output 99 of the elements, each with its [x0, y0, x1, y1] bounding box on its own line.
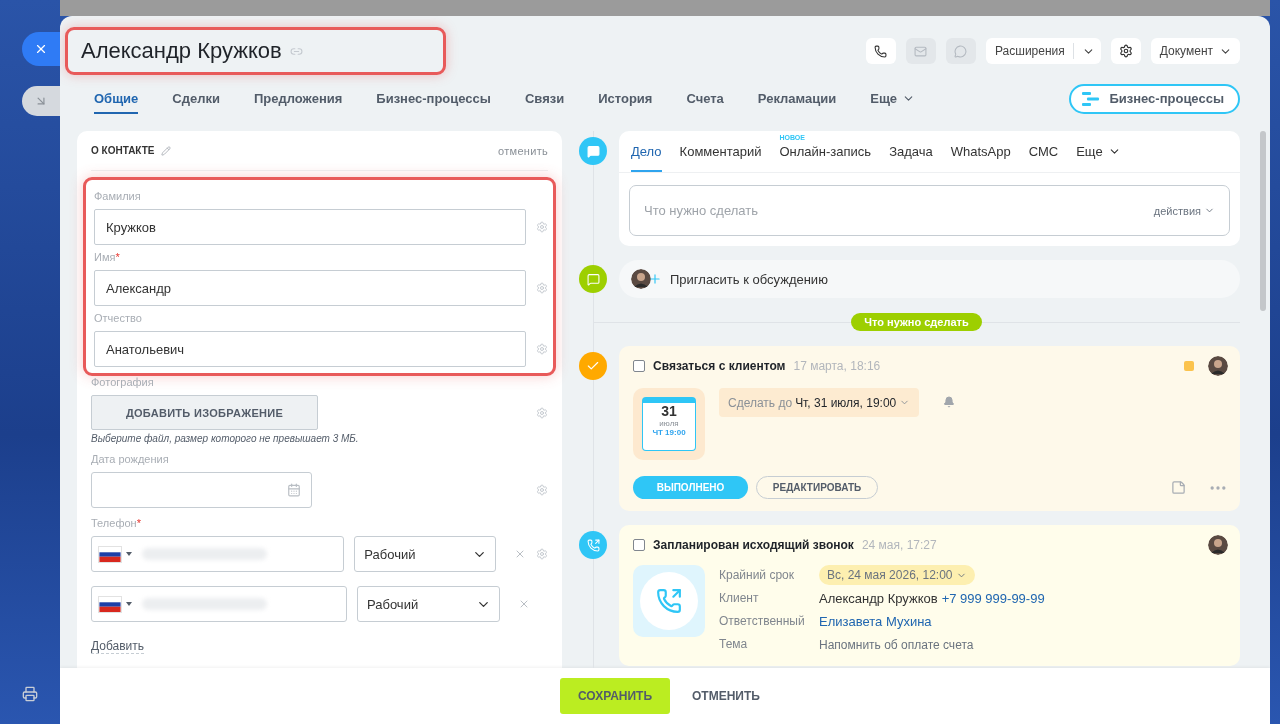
client-name: Александр Кружков [819, 591, 938, 606]
remove-icon[interactable] [514, 548, 526, 560]
gear-icon[interactable] [536, 406, 548, 419]
phone-type-select[interactable]: Рабочий [357, 586, 500, 622]
flag-icon [1184, 361, 1194, 371]
phone-type-select[interactable]: Рабочий [354, 536, 496, 572]
required-mark: * [136, 517, 141, 529]
detail-label: Клиент [719, 590, 760, 607]
tab[interactable]: WhatsApp [950, 131, 1011, 172]
date-field[interactable] [91, 472, 312, 508]
checkbox[interactable] [633, 360, 645, 372]
settings-button[interactable] [1110, 38, 1141, 64]
cancel-button[interactable]: ОТМЕНИТЬ [682, 678, 770, 714]
phone-field[interactable] [91, 586, 347, 622]
section-pill: Что нужно сделать [851, 313, 982, 331]
tab[interactable]: Еще [1076, 131, 1121, 172]
deadline-button[interactable]: Вс, 24 мая 2026, 12:00 [819, 565, 975, 585]
add-image-button[interactable]: ДОБАВИТЬ ИЗОБРАЖЕНИЕ [91, 395, 318, 430]
comment-icon [579, 137, 607, 165]
activity-time: 24 мая, 17:27 [861, 538, 937, 552]
flag-icon [98, 595, 122, 613]
tab[interactable]: Еще [870, 83, 916, 114]
invite-button[interactable]: Пригласить к обсуждению [619, 260, 1240, 298]
call-button[interactable] [865, 38, 896, 64]
note-icon[interactable] [1171, 480, 1186, 495]
contact-title: Александр Кружков [81, 38, 282, 64]
printer-icon[interactable] [22, 686, 38, 702]
settings-icon [1118, 44, 1133, 58]
gear-icon[interactable] [536, 282, 548, 294]
activity-title: Запланирован исходящий звонок [653, 538, 854, 552]
tab[interactable]: Бизнес-процессы [376, 83, 491, 114]
calendar-icon [287, 483, 301, 497]
tab[interactable]: Задача [889, 131, 933, 172]
detail-label: Ответственный [719, 613, 806, 630]
chat-icon [579, 265, 607, 293]
activity-title: Связаться с клиентом [653, 359, 786, 373]
process-icon [1081, 90, 1102, 107]
gear-icon[interactable] [536, 484, 548, 496]
check-icon [579, 352, 607, 380]
gear-icon[interactable] [536, 548, 548, 560]
save-button[interactable]: СОХРАНИТЬ [560, 678, 671, 714]
tab[interactable]: Связи [524, 83, 565, 114]
activity-time: 17 марта, 18:16 [793, 359, 881, 373]
detail-value: Напомнить об оплате счета [819, 637, 974, 652]
field-label: Фамилия [94, 190, 142, 204]
input-field[interactable]: Александр [94, 270, 526, 306]
close-icon [34, 42, 48, 56]
caret-icon [126, 552, 132, 556]
deadline-button[interactable]: Сделать до Чт, 31 июля, 19:00 [719, 388, 920, 417]
avatar [1208, 535, 1228, 555]
extensions-button[interactable]: Расширения [985, 38, 1101, 64]
minimize-button[interactable] [22, 86, 60, 116]
mail-icon [914, 44, 928, 58]
tab[interactable]: СМС [1028, 131, 1059, 172]
field-label: Фотография [91, 376, 155, 390]
tab[interactable]: Дело [631, 131, 662, 172]
tab[interactable]: Комментарий [679, 131, 762, 172]
section-title: О КОНТАКТЕ [91, 145, 155, 156]
plus-icon [648, 272, 662, 286]
phone-link[interactable]: +7 999 999-99-99 [941, 591, 1045, 606]
document-button[interactable]: Документ [1150, 38, 1240, 64]
responsible-link[interactable]: Елизавета Мухина [819, 614, 932, 629]
tab[interactable]: Общие [94, 83, 139, 114]
scrollbar[interactable] [1260, 131, 1266, 311]
tab[interactable]: Сделки [172, 83, 220, 114]
phone-field[interactable] [91, 536, 345, 572]
tab[interactable]: Счета [686, 83, 724, 114]
business-process-button[interactable]: Бизнес-процессы [1069, 83, 1240, 114]
avatar [631, 269, 651, 289]
input-field[interactable]: Кружков [94, 209, 526, 245]
field-label: Имя* [94, 251, 121, 265]
field-label: Отчество [94, 312, 143, 326]
remove-icon[interactable] [518, 598, 530, 610]
avatar [1208, 356, 1228, 376]
hint-text: Выберите файл, размер которого не превышает 3 МБ. [91, 433, 360, 444]
chat-icon [954, 44, 968, 58]
task-input[interactable]: Что нужно сделать действия [629, 185, 1230, 236]
close-button[interactable] [22, 32, 60, 66]
tab[interactable]: Рекламации [757, 83, 837, 114]
gear-icon[interactable] [536, 221, 548, 233]
gear-icon[interactable] [536, 343, 548, 355]
tab[interactable]: Предложения [254, 83, 343, 114]
flag-icon [98, 545, 122, 563]
tab[interactable]: История [598, 83, 653, 114]
cancel-link[interactable]: отменить [498, 144, 548, 157]
field-label: Телефон* [91, 517, 142, 531]
bell-icon[interactable] [943, 396, 956, 408]
phone-icon [874, 44, 888, 58]
phone-icon [579, 531, 607, 559]
required-mark: * [115, 251, 120, 263]
add-link[interactable]: Добавить [91, 639, 145, 654]
detail-label: Тема [719, 636, 749, 653]
pencil-icon[interactable] [160, 145, 171, 156]
calendar-icon: 31 июля ЧТ 19:00 [642, 397, 696, 451]
input-field[interactable]: Анатольевич [94, 331, 526, 367]
field-label: Дата рождения [91, 453, 170, 467]
caret-icon [126, 602, 132, 606]
checkbox[interactable] [633, 539, 645, 551]
detail-label: Крайний срок [719, 566, 795, 584]
